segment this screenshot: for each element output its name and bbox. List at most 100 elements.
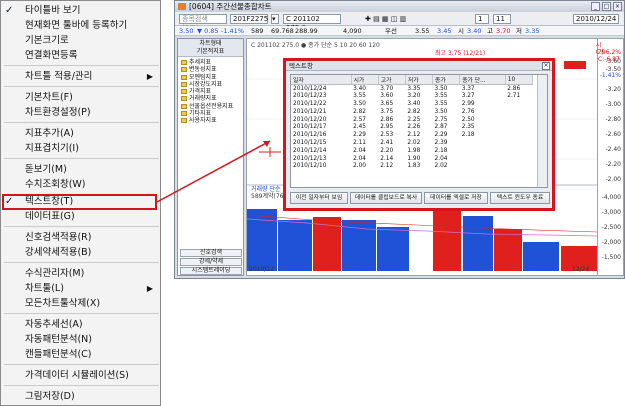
table-cell: 3.27 [461, 93, 475, 100]
table-cell: 2.75 [434, 116, 448, 123]
table-row[interactable]: 2010/12/10 2.00 2.12 1.83 2.02 [291, 162, 533, 170]
table-cell [505, 116, 532, 124]
table-cell: 2.71 [507, 93, 521, 100]
table-cell [460, 162, 506, 170]
table-cell [460, 155, 506, 163]
table-row[interactable]: 2010/12/22 3.50 3.65 3.40 3.55 2.99 [291, 100, 533, 108]
close-text-window-button[interactable]: 텍스트 윈도우 종료 [490, 192, 550, 204]
table-cell [505, 155, 532, 163]
table-cell: 2.45 [353, 124, 366, 131]
table-cell [505, 162, 532, 170]
table-header: 일자 시가 고가 저가 종가 종가 단... 10 [291, 75, 534, 85]
table-cell: 2.86 [380, 116, 394, 123]
table-cell: 2010/12/14 [293, 147, 327, 154]
table-cell: 2.04 [434, 155, 448, 162]
table-cell: 2.00 [353, 163, 366, 170]
table-cell: 2010/12/24 [293, 85, 327, 92]
table-cell: 2010/12/15 [293, 139, 327, 146]
table-cell: 2010/12/17 [293, 124, 327, 131]
table-cell: 3.40 [407, 100, 421, 107]
data-grid[interactable]: 일자 시가 고가 저가 종가 종가 단... 10 2010/12/24 3.40 3.70 3.… [290, 74, 548, 188]
table-cell: 2.20 [380, 147, 394, 154]
table-cell: 3.35 [407, 85, 421, 92]
text-window-titlebar: 텍스트창 × [286, 61, 552, 71]
table-cell: 2.57 [353, 116, 366, 123]
table-cell: 3.50 [353, 100, 366, 107]
show-from-previous-button[interactable]: 이전 일자부터 보임 [290, 192, 348, 204]
table-cell [505, 123, 532, 131]
table-cell: 1.90 [407, 155, 421, 162]
table-cell: 3.40 [353, 85, 366, 92]
table-cell: 2.11 [353, 139, 366, 146]
table-cell: 2.95 [380, 124, 394, 131]
table-cell: 3.55 [434, 100, 448, 107]
table-row[interactable]: 2010/12/16 2.29 2.53 2.12 2.29 2.18 [291, 131, 533, 139]
table-cell: 2.76 [461, 108, 475, 115]
column-header[interactable]: 종가 단... [459, 75, 506, 85]
column-header[interactable]: 일자 [291, 75, 352, 85]
table-cell: 2010/12/13 [293, 155, 327, 162]
column-header[interactable]: 종가 [432, 75, 461, 85]
table-cell [505, 139, 532, 147]
table-cell: 2.18 [434, 147, 448, 154]
table-cell: 2.14 [380, 155, 394, 162]
table-cell: 2.12 [380, 163, 394, 170]
table-cell: 2010/12/16 [293, 132, 327, 139]
table-cell: 2.02 [407, 139, 421, 146]
table-cell: 3.55 [434, 93, 448, 100]
table-row[interactable]: 2010/12/23 3.55 3.60 3.20 3.55 3.27 2.71 [291, 92, 533, 100]
table-row[interactable]: 2010/12/13 2.04 2.14 1.90 2.04 [291, 155, 533, 163]
table-row[interactable]: 2010/12/24 3.40 3.70 3.35 3.50 3.37 2.86 [291, 85, 533, 93]
table-cell: 2010/12/22 [293, 100, 327, 107]
table-row[interactable]: 2010/12/20 2.57 2.86 2.25 2.75 2.50 [291, 116, 533, 124]
table-cell [460, 139, 506, 147]
column-header[interactable]: 10 [505, 75, 534, 85]
table-cell: 2.82 [353, 108, 366, 115]
table-cell: 2.29 [434, 132, 448, 139]
table-cell [505, 108, 532, 116]
button-row: 이전 일자부터 보임 데이터를 클립보드로 복사 데이터를 엑셀로 저장 텍스트… [290, 192, 552, 206]
table-row[interactable]: 2010/12/14 2.04 2.20 1.98 2.18 [291, 147, 533, 155]
table-row[interactable]: 2010/12/21 2.82 3.75 2.82 3.50 2.76 [291, 108, 533, 116]
table-cell: 2010/12/20 [293, 116, 327, 123]
table-cell: 3.65 [380, 100, 394, 107]
table-cell [460, 147, 506, 155]
column-header[interactable]: 고가 [378, 75, 406, 85]
table-cell: 2010/12/10 [293, 163, 327, 170]
table-cell: 2.35 [461, 124, 475, 131]
table-row[interactable]: 2010/12/17 2.45 2.95 2.26 2.87 2.35 [291, 123, 533, 131]
copy-to-clipboard-button[interactable]: 데이터를 클립보드로 복사 [350, 192, 422, 204]
table-cell: 2.39 [434, 139, 448, 146]
table-cell: 2.99 [461, 100, 475, 107]
column-header[interactable]: 시가 [351, 75, 379, 85]
table-cell: 2.87 [434, 124, 448, 131]
table-cell: 2.04 [353, 147, 366, 154]
table-cell: 2.18 [461, 132, 475, 139]
table-cell: 3.55 [353, 93, 366, 100]
table-cell: 2.25 [407, 116, 421, 123]
vertical-scrollbar[interactable] [537, 75, 547, 187]
table-cell: 2010/12/23 [293, 93, 327, 100]
table-cell: 3.70 [380, 85, 394, 92]
table-cell: 2010/12/21 [293, 108, 327, 115]
table-cell: 2.04 [353, 155, 366, 162]
table-cell: 3.60 [380, 93, 394, 100]
highlight-box [2, 194, 157, 210]
table-row[interactable]: 2010/12/15 2.11 2.41 2.02 2.39 [291, 139, 533, 147]
table-cell: 2.53 [380, 132, 394, 139]
save-to-excel-button[interactable]: 데이터를 엑셀로 저장 [424, 192, 488, 204]
table-cell: 3.50 [434, 85, 448, 92]
column-header[interactable]: 저가 [405, 75, 434, 85]
table-cell: 3.37 [461, 85, 475, 92]
table-cell: 2.26 [407, 124, 421, 131]
table-cell: 3.50 [434, 108, 448, 115]
table-cell: 3.20 [407, 93, 421, 100]
table-cell: 2.29 [353, 132, 366, 139]
table-cell: 2.12 [407, 132, 421, 139]
table-cell [505, 147, 532, 155]
table-cell [505, 100, 532, 108]
table-cell: 3.75 [380, 108, 394, 115]
table-cell: 2.50 [461, 116, 475, 123]
table-cell: 2.86 [507, 85, 521, 92]
close-icon[interactable]: × [542, 62, 550, 70]
